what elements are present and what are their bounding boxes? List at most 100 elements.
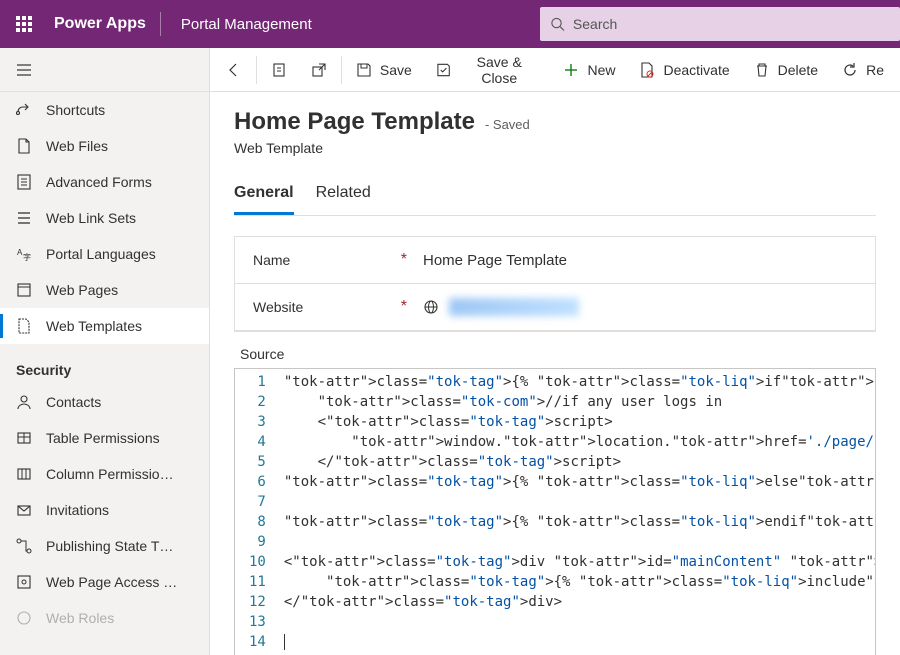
save-status: - Saved [485,117,530,132]
code-content[interactable]: "tok-attr">class="tok-tag">{% "tok-attr"… [276,369,875,655]
brand-label: Power Apps [48,15,160,33]
form-area: Name * Home Page Template Website * [234,236,876,332]
form-icon [16,174,32,190]
search-icon [550,16,565,32]
website-value[interactable] [423,298,579,316]
hamburger-icon [16,62,32,78]
sidebar-item-label: Invitations [46,502,109,518]
cmd-separator [256,56,257,84]
sidebar: Shortcuts Web Files Advanced Forms Web L… [0,48,210,655]
search-box[interactable] [540,7,900,41]
required-indicator: * [401,298,407,316]
app-launcher-button[interactable] [0,0,48,48]
save-button[interactable]: Save [344,48,424,92]
tab-related[interactable]: Related [316,178,371,215]
field-name-row: Name * Home Page Template [235,237,875,284]
main-area: Save Save & Close New Deactivate Delete … [210,48,900,655]
name-label: Name [253,252,290,268]
cmd-separator [341,56,342,84]
person-icon [16,394,32,410]
sidebar-item-web-pages[interactable]: Web Pages [0,272,209,308]
name-value[interactable]: Home Page Template [423,252,567,269]
svg-text:字: 字 [23,252,31,262]
source-label: Source [234,332,876,368]
plus-icon [563,62,579,78]
list-icon [16,210,32,226]
required-indicator: * [401,251,407,269]
file-icon [16,138,32,154]
sidebar-item-label: Advanced Forms [46,174,152,190]
delete-label: Delete [778,62,818,78]
trash-icon [754,62,770,78]
content-area: Home Page Template - Saved Web Template … [210,92,900,655]
save-icon [356,62,372,78]
line-gutter: 1234567891011121314 [235,369,276,655]
deactivate-icon [639,62,655,78]
code-editor[interactable]: 1234567891011121314 "tok-attr">class="to… [234,368,876,655]
save-close-button[interactable]: Save & Close [424,48,552,92]
refresh-button[interactable]: Re [830,48,896,92]
sidebar-item-label: Publishing State T… [46,538,173,554]
deactivate-label: Deactivate [663,62,729,78]
sidebar-item-label: Column Permissio… [46,466,174,482]
sidebar-item-label: Web Pages [46,282,118,298]
tabs: General Related [234,178,876,216]
sidebar-item-label: Web Roles [46,610,114,626]
save-label: Save [380,62,412,78]
back-button[interactable] [214,48,254,92]
sidebar-item-web-roles[interactable]: Web Roles [0,600,209,636]
invitation-icon [16,502,32,518]
sidebar-item-portal-languages[interactable]: A字 Portal Languages [0,236,209,272]
security-section-label: Security [0,344,209,384]
sidebar-toggle[interactable] [0,48,209,92]
sidebar-item-label: Web Page Access … [46,574,177,590]
deactivate-button[interactable]: Deactivate [627,48,741,92]
sidebar-item-invitations[interactable]: Invitations [0,492,209,528]
sidebar-item-shortcuts[interactable]: Shortcuts [0,92,209,128]
save-close-icon [436,62,451,78]
field-website-row: Website * [235,284,875,331]
search-input[interactable] [573,16,890,32]
refresh-icon [842,62,858,78]
role-icon [16,610,32,626]
flow-icon [16,538,32,554]
popout-button[interactable] [299,48,339,92]
delete-button[interactable]: Delete [742,48,830,92]
sidebar-item-label: Shortcuts [46,102,105,118]
sidebar-item-label: Portal Languages [46,246,156,262]
new-button[interactable]: New [551,48,627,92]
table-icon [16,430,32,446]
sidebar-item-publishing-state[interactable]: Publishing State T… [0,528,209,564]
shortcut-icon [16,102,32,118]
sidebar-item-web-templates[interactable]: Web Templates [0,308,209,344]
page-title: Home Page Template [234,108,475,136]
popout-icon [311,62,327,78]
sidebar-item-label: Web Files [46,138,108,154]
page-icon [16,282,32,298]
tab-general[interactable]: General [234,178,294,215]
sidebar-item-column-permissions[interactable]: Column Permissio… [0,456,209,492]
refresh-label: Re [866,62,884,78]
sidebar-item-web-files[interactable]: Web Files [0,128,209,164]
open-record-set-button[interactable] [259,48,299,92]
save-close-label: Save & Close [459,54,539,86]
waffle-icon [16,16,32,32]
new-label: New [587,62,615,78]
website-label: Website [253,299,303,315]
globe-icon [423,299,439,315]
sidebar-item-contacts[interactable]: Contacts [0,384,209,420]
sidebar-item-label: Contacts [46,394,101,410]
sidebar-item-web-link-sets[interactable]: Web Link Sets [0,200,209,236]
sidebar-item-label: Web Templates [46,318,142,334]
column-icon [16,466,32,482]
module-label: Portal Management [167,16,326,33]
top-bar: Power Apps Portal Management [0,0,900,48]
sidebar-item-advanced-forms[interactable]: Advanced Forms [0,164,209,200]
sidebar-item-web-page-access[interactable]: Web Page Access … [0,564,209,600]
website-redacted [449,298,579,316]
access-icon [16,574,32,590]
back-icon [226,62,242,78]
sidebar-item-table-permissions[interactable]: Table Permissions [0,420,209,456]
command-bar: Save Save & Close New Deactivate Delete … [210,48,900,92]
header-divider [160,12,161,36]
